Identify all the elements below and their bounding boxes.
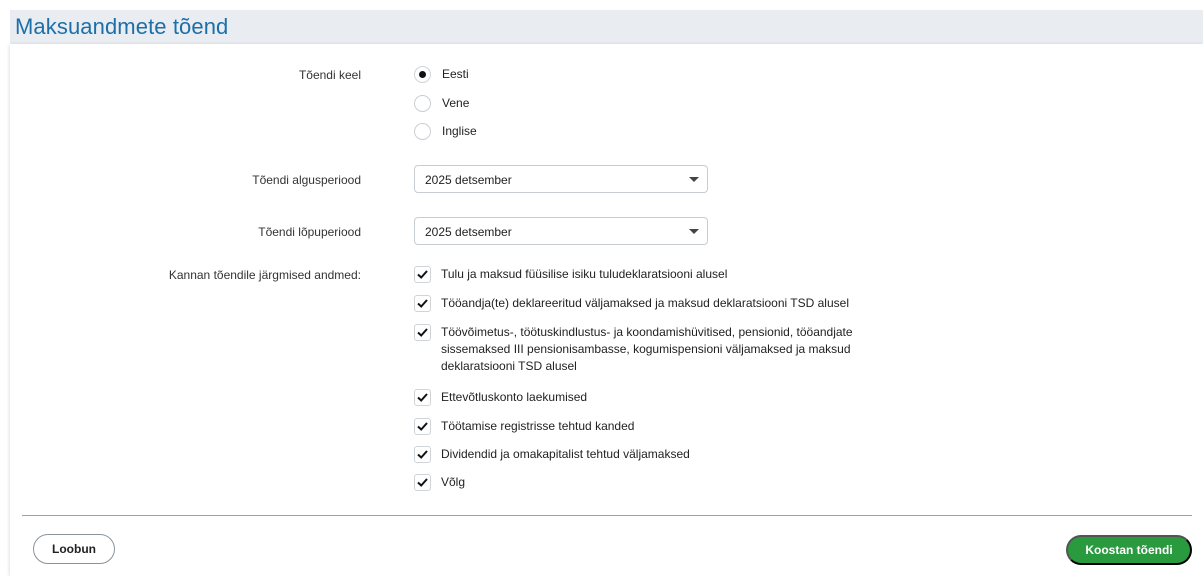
radio-button[interactable] bbox=[414, 66, 431, 83]
radio-label: Vene bbox=[442, 96, 470, 110]
data-items-label: Kannan tõendile järgmised andmed: bbox=[168, 268, 361, 282]
caret-down-icon bbox=[689, 177, 699, 182]
checkbox[interactable] bbox=[414, 446, 431, 463]
checkmark-icon bbox=[417, 450, 428, 459]
language-label: Tõendi keel bbox=[298, 68, 361, 82]
checkbox-item[interactable]: Töövõimetus-, töötuskindlustus- ja koond… bbox=[414, 324, 853, 375]
page: Maksuandmete tõend Tõendi keel Eesti Ven… bbox=[0, 0, 1203, 576]
checkmark-icon bbox=[417, 478, 428, 487]
checkbox[interactable] bbox=[414, 295, 431, 312]
checkbox-label: Töötamise registrisse tehtud kanded bbox=[441, 419, 635, 433]
checkbox-item[interactable]: Võlg bbox=[414, 474, 465, 491]
checkbox-item[interactable]: Dividendid ja omakapitalist tehtud välja… bbox=[414, 446, 690, 463]
checkmark-icon bbox=[417, 270, 428, 279]
radio-label: Eesti bbox=[442, 67, 469, 81]
radio-option-vene[interactable]: Vene bbox=[414, 95, 469, 112]
radio-option-inglise[interactable]: Inglise bbox=[414, 123, 477, 140]
checkbox-label-line: sissemaksed III pensionisambasse, kogumi… bbox=[441, 342, 851, 356]
select-value: 2025 detsember bbox=[425, 225, 512, 239]
radio-label: Inglise bbox=[442, 124, 477, 138]
checkbox-label: Võlg bbox=[441, 475, 466, 489]
checkbox-item[interactable]: Töötamise registrisse tehtud kanded bbox=[414, 418, 634, 435]
checkmark-icon bbox=[417, 299, 428, 308]
title-bar: Maksuandmete tõend bbox=[10, 10, 1203, 44]
checkbox[interactable] bbox=[414, 418, 431, 435]
checkbox-item[interactable]: Ettevõtluskonto laekumised bbox=[414, 389, 587, 406]
checkbox-label-line: deklaratsiooni TSD alusel bbox=[441, 359, 577, 373]
radio-button[interactable] bbox=[414, 123, 431, 140]
checkbox-label-line: Töövõimetus-, töötuskindlustus- ja koond… bbox=[441, 325, 853, 339]
end-period-select[interactable]: 2025 detsember bbox=[414, 217, 708, 245]
checkbox[interactable] bbox=[414, 389, 431, 406]
checkmark-icon bbox=[417, 393, 428, 402]
checkbox-label: Dividendid ja omakapitalist tehtud välja… bbox=[441, 447, 690, 461]
checkbox-item[interactable]: Tööandja(te) deklareeritud väljamaksed j… bbox=[414, 295, 849, 312]
checkbox-label: Ettevõtluskonto laekumised bbox=[441, 390, 588, 404]
checkmark-icon bbox=[417, 328, 428, 337]
footer-divider bbox=[22, 515, 1192, 516]
page-title: Maksuandmete tõend bbox=[15, 14, 229, 39]
end-period-label: Tõendi lõpuperiood bbox=[258, 225, 361, 239]
checkbox[interactable] bbox=[414, 266, 431, 283]
checkbox-label: Tööandja(te) deklareeritud väljamaksed j… bbox=[441, 296, 849, 310]
form-card: Tõendi keel Eesti Vene Inglise Tõendi al… bbox=[10, 44, 1203, 576]
checkmark-icon bbox=[417, 422, 428, 431]
start-period-label: Tõendi algusperiood bbox=[252, 173, 361, 187]
checkbox-label: Tulu ja maksud füüsilise isiku tuludekla… bbox=[441, 267, 728, 281]
radio-option-eesti[interactable]: Eesti bbox=[414, 66, 469, 83]
checkbox-label: Töövõimetus-, töötuskindlustus- ja koond… bbox=[441, 324, 853, 375]
cancel-button[interactable]: Loobun bbox=[33, 534, 115, 564]
start-period-select[interactable]: 2025 detsember bbox=[414, 165, 708, 193]
submit-button[interactable]: Koostan tõendi bbox=[1066, 535, 1192, 565]
radio-button[interactable] bbox=[414, 95, 431, 112]
checkbox[interactable] bbox=[414, 324, 431, 341]
checkbox[interactable] bbox=[414, 474, 431, 491]
caret-down-icon bbox=[689, 229, 699, 234]
select-value: 2025 detsember bbox=[425, 173, 512, 187]
checkbox-item[interactable]: Tulu ja maksud füüsilise isiku tuludekla… bbox=[414, 266, 727, 283]
